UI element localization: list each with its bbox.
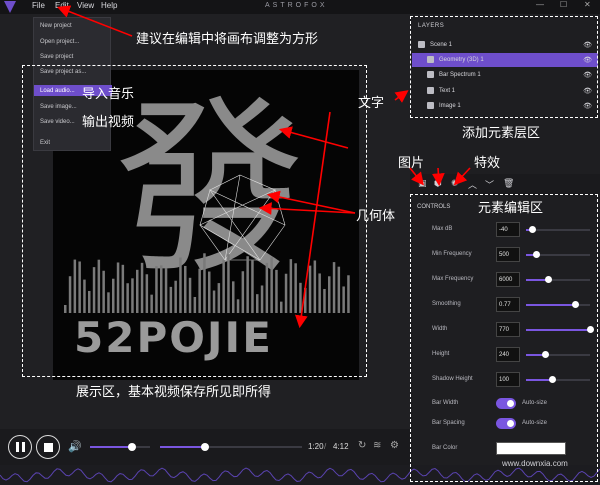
annotation-image: 图片 [398, 156, 425, 171]
annotation-edit-area: 元素编辑区 [478, 201, 544, 216]
annotation-add-layer: 添加元素层区 [462, 126, 541, 141]
annotation-display-area: 展示区，基本视频保存所见即所得 [76, 385, 272, 400]
annotation-import-music: 导入音乐 [82, 87, 135, 102]
annotation-geometry: 几何体 [356, 209, 396, 224]
annotation-effects: 特效 [474, 156, 501, 171]
annotation-arrows [57, 5, 471, 329]
annotation-canvas-square: 建议在编辑中将画布调整为方形 [136, 32, 319, 47]
annotation-export-video: 输出视频 [82, 115, 135, 130]
annotation-text: 文字 [358, 96, 385, 111]
